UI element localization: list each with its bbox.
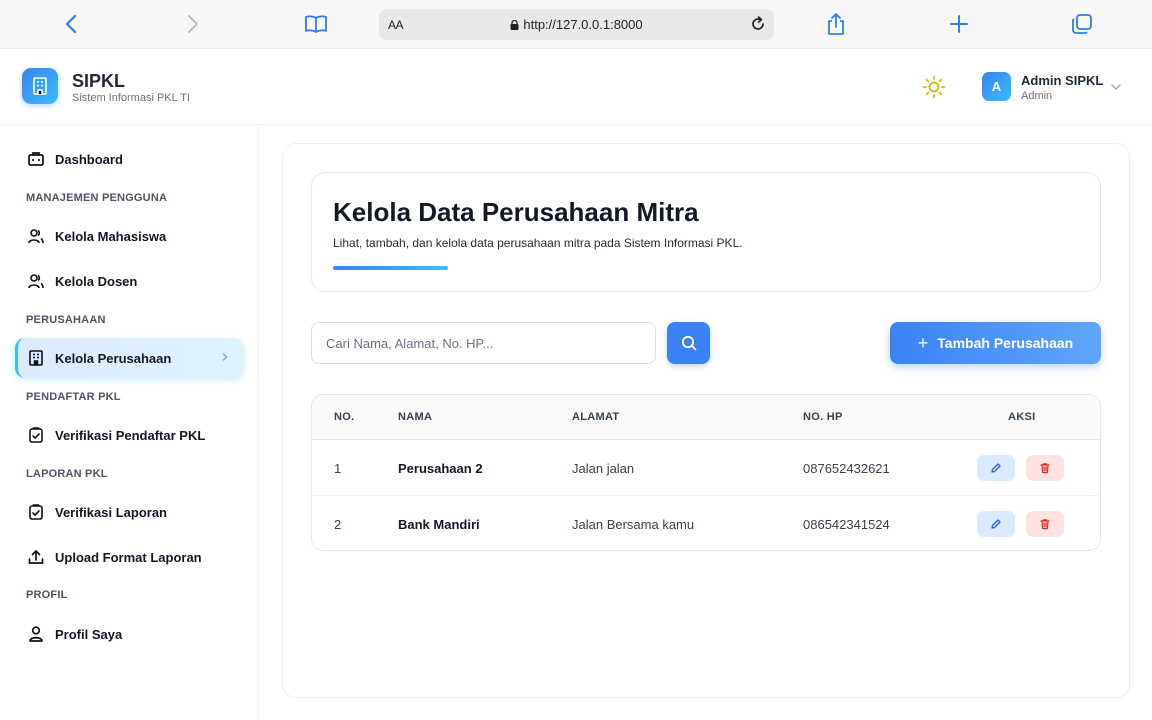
edit-button[interactable] bbox=[977, 455, 1015, 481]
sidebar-item-upload-format[interactable]: Upload Format Laporan bbox=[15, 537, 244, 577]
section-label-manajemen: MANAJEMEN PENGGUNA bbox=[26, 192, 168, 204]
sidebar-item-mahasiswa[interactable]: Kelola Mahasiswa bbox=[15, 216, 244, 256]
forward-icon[interactable] bbox=[181, 12, 205, 36]
url-value: http://127.0.0.1:8000 bbox=[523, 17, 643, 32]
sidebar-item-label: Verifikasi Pendaftar PKL bbox=[55, 427, 206, 443]
column-header-aksi: AKSI bbox=[1008, 411, 1036, 423]
sidebar-item-label: Kelola Mahasiswa bbox=[55, 228, 167, 244]
sidebar-item-label: Upload Format Laporan bbox=[55, 549, 202, 565]
bookmarks-icon[interactable] bbox=[304, 12, 328, 36]
search-button[interactable] bbox=[667, 322, 710, 364]
sidebar: Dashboard MANAJEMEN PENGGUNA Kelola Maha… bbox=[0, 125, 259, 720]
user-avatar[interactable]: A bbox=[982, 72, 1011, 101]
edit-button[interactable] bbox=[977, 511, 1015, 537]
sidebar-item-dosen[interactable]: Kelola Dosen bbox=[15, 261, 244, 301]
table-row: 1 Perusahaan 2 Jalan jalan 087652432621 bbox=[312, 440, 1100, 496]
trash-icon bbox=[1040, 519, 1050, 530]
title-accent-bar bbox=[333, 266, 448, 270]
theme-toggle-button[interactable] bbox=[922, 75, 946, 99]
cell-alamat: Jalan Bersama kamu bbox=[572, 517, 695, 532]
column-header-nama: NAMA bbox=[398, 411, 433, 423]
sidebar-item-label: Kelola Dosen bbox=[55, 273, 138, 289]
trash-icon bbox=[1040, 463, 1050, 474]
reload-icon[interactable] bbox=[749, 15, 767, 33]
section-label-profil: PROFIL bbox=[26, 589, 68, 601]
users-icon bbox=[27, 272, 45, 290]
app-name: SIPKL bbox=[72, 71, 126, 91]
sidebar-item-label: Dashboard bbox=[55, 151, 123, 167]
user-icon bbox=[27, 625, 45, 643]
column-header-hp: NO. HP bbox=[803, 411, 843, 423]
sidebar-item-verifikasi-laporan[interactable]: Verifikasi Laporan bbox=[15, 492, 244, 532]
user-role: Admin bbox=[1021, 90, 1053, 102]
sun-icon bbox=[922, 75, 946, 99]
app-header: SIPKL Sistem Informasi PKL TI A Admin SI… bbox=[0, 49, 1152, 125]
sidebar-item-label: Profil Saya bbox=[55, 626, 123, 642]
page-description: Lihat, tambah, dan kelola data perusahaa… bbox=[333, 236, 743, 250]
address-bar[interactable]: AA http://127.0.0.1:8000 bbox=[379, 9, 774, 40]
section-label-pendaftar: PENDAFTAR PKL bbox=[26, 391, 121, 403]
users-icon bbox=[27, 227, 45, 245]
clipboard-check-icon bbox=[27, 426, 45, 444]
cell-hp: 087652432621 bbox=[803, 461, 890, 476]
building-icon bbox=[27, 349, 45, 367]
sidebar-item-profil-saya[interactable]: Profil Saya bbox=[15, 614, 244, 654]
app-subtitle: Sistem Informasi PKL TI bbox=[72, 92, 190, 104]
column-header-no: NO. bbox=[334, 411, 355, 423]
cell-nama: Perusahaan 2 bbox=[398, 461, 483, 476]
sidebar-item-verifikasi-pendaftar[interactable]: Verifikasi Pendaftar PKL bbox=[15, 415, 244, 455]
back-icon[interactable] bbox=[59, 12, 83, 36]
page-title: Kelola Data Perusahaan Mitra bbox=[333, 197, 699, 227]
search-input[interactable] bbox=[311, 322, 656, 364]
dashboard-icon bbox=[27, 150, 45, 168]
browser-toolbar: AA http://127.0.0.1:8000 bbox=[0, 0, 1152, 49]
cell-hp: 086542341524 bbox=[803, 517, 890, 532]
sidebar-item-dashboard[interactable]: Dashboard bbox=[15, 139, 244, 179]
cell-nama: Bank Mandiri bbox=[398, 517, 480, 532]
cell-alamat: Jalan jalan bbox=[572, 461, 635, 476]
tabs-overview-icon[interactable] bbox=[1070, 12, 1094, 36]
lock-icon bbox=[510, 20, 519, 30]
clipboard-check-icon bbox=[27, 503, 45, 521]
plus-icon: + bbox=[917, 333, 929, 353]
column-header-alamat: ALAMAT bbox=[572, 411, 620, 423]
sidebar-item-perusahaan[interactable]: Kelola Perusahaan bbox=[15, 338, 244, 378]
table-row: 2 Bank Mandiri Jalan Bersama kamu 086542… bbox=[312, 496, 1100, 550]
delete-button[interactable] bbox=[1026, 455, 1064, 481]
page-header-card bbox=[311, 172, 1101, 292]
share-icon[interactable] bbox=[824, 12, 848, 36]
pencil-icon bbox=[991, 463, 1001, 473]
app-logo bbox=[22, 68, 58, 104]
building-icon bbox=[33, 77, 47, 95]
pencil-icon bbox=[991, 519, 1001, 529]
sidebar-item-label: Kelola Perusahaan bbox=[55, 350, 172, 366]
user-name[interactable]: Admin SIPKL bbox=[1021, 73, 1103, 88]
chevron-down-icon[interactable] bbox=[1110, 81, 1122, 93]
chevron-right-icon bbox=[222, 353, 228, 361]
new-tab-icon[interactable] bbox=[947, 12, 971, 36]
company-table: NO. NAMA ALAMAT NO. HP AKSI 1 Perusahaan… bbox=[311, 394, 1101, 551]
section-label-laporan: LAPORAN PKL bbox=[26, 468, 108, 480]
cell-no: 1 bbox=[334, 461, 342, 476]
upload-icon bbox=[27, 548, 45, 566]
url-text: http://127.0.0.1:8000 bbox=[379, 17, 774, 32]
search-icon bbox=[681, 335, 696, 351]
add-company-label: Tambah Perusahaan bbox=[937, 335, 1074, 351]
cell-no: 2 bbox=[334, 517, 342, 532]
section-label-perusahaan: PERUSAHAAN bbox=[26, 314, 106, 326]
delete-button[interactable] bbox=[1026, 511, 1064, 537]
table-header: NO. NAMA ALAMAT NO. HP AKSI bbox=[312, 395, 1100, 440]
sidebar-item-label: Verifikasi Laporan bbox=[55, 504, 167, 520]
add-company-button[interactable]: + Tambah Perusahaan bbox=[890, 322, 1101, 364]
